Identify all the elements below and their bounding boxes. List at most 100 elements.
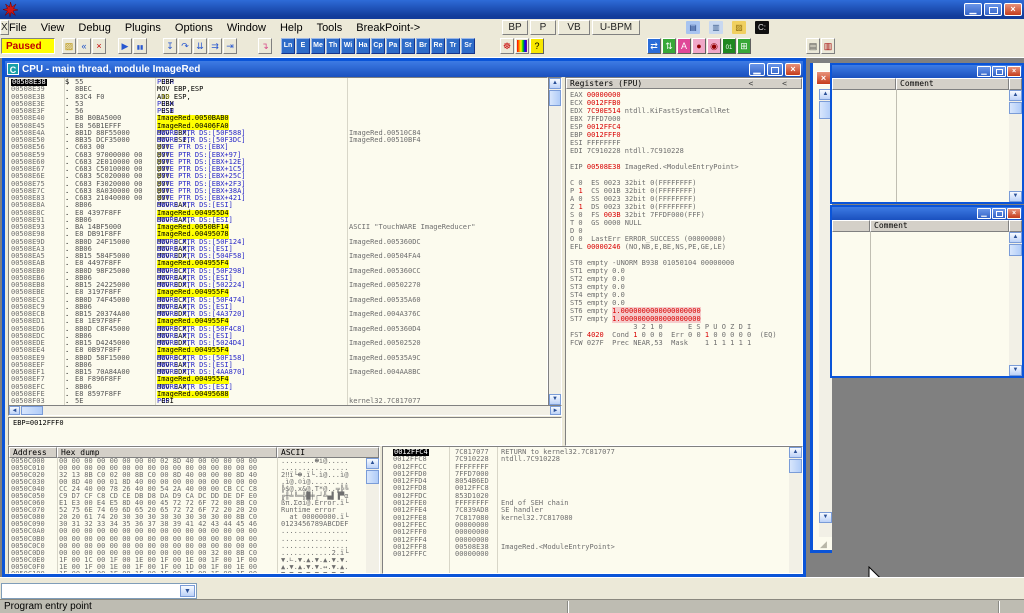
stack-row[interactable]: 0012FFCCFFFFFFFF (383, 464, 789, 471)
app-minimize-button[interactable]: ▁ (964, 3, 982, 16)
menu-tools[interactable]: Tools (310, 21, 350, 35)
first-column-header[interactable] (832, 220, 870, 232)
first-column-header[interactable] (832, 78, 896, 90)
stack-row[interactable]: 0012FFE87C817080kernel32.7C817080 (383, 515, 789, 522)
disasm-row[interactable]: 00508E3B.83C4 F0ADD ESP,-10 (9, 94, 547, 101)
register-line[interactable]: ST6 empty 1.0000000000000000000 (570, 307, 802, 315)
scroll-right-arrow[interactable]: ► (550, 406, 561, 415)
menu-debug[interactable]: Debug (71, 21, 117, 35)
stack-row[interactable]: 0012FFD48054B6ED (383, 478, 789, 485)
register-line[interactable]: EBX 7FFD7000 (570, 115, 802, 123)
app-close-button[interactable]: × (1004, 3, 1022, 16)
register-line[interactable]: EFL 00000246 (NO,NB,E,BE,NS,PE,GE,LE) (570, 243, 802, 251)
cpu-window-title-bar[interactable]: C CPU - main thread, module ImageRed ▁ × (5, 61, 803, 77)
scroll-up-arrow[interactable]: ▲ (366, 458, 379, 469)
app-title-bar[interactable]: ▁ × (0, 0, 1024, 19)
registers-header[interactable]: Registers (FPU) < < (566, 78, 802, 89)
scroll-thumb[interactable] (1009, 102, 1022, 114)
toolbar-window-pa-button[interactable]: Pa (386, 38, 400, 54)
register-line[interactable]: EDX 7C90E514 ntdll.KiFastSystemCallRet (570, 107, 802, 115)
appearance-icon[interactable] (515, 38, 529, 54)
toolbar-window-sr-button[interactable]: Sr (461, 38, 475, 54)
animate-over-icon[interactable]: ⇉ (208, 38, 222, 54)
stack-row[interactable]: 0012FFDC853D1020 (383, 493, 789, 500)
toolbar-window-ha-button[interactable]: Ha (356, 38, 370, 54)
scroll-left-arrow[interactable]: ◄ (9, 406, 20, 415)
register-line[interactable]: ST7 empty 1.0000000000000000000 (570, 315, 802, 323)
menu-plugins[interactable]: Plugins (118, 21, 168, 35)
dump-vscrollbar[interactable]: ▲ (366, 458, 379, 573)
stack-pane[interactable]: 0012FFC47C817077RETURN to kernel32.7C817… (382, 446, 803, 574)
scroll-up-arrow[interactable]: ▲ (1009, 90, 1022, 101)
record-icon[interactable]: ● (692, 38, 706, 54)
assemble-icon[interactable]: A (677, 38, 691, 54)
scroll-down-arrow[interactable]: ▼ (1009, 191, 1022, 202)
register-line[interactable]: C 0 ES 0023 32bit 0(FFFFFFFF) (570, 179, 802, 187)
close-program-icon[interactable]: × (92, 38, 106, 54)
comment-column-header[interactable]: Comment (896, 78, 1009, 90)
toolbar-window-tr-button[interactable]: Tr (446, 38, 460, 54)
minimize-button[interactable]: ▁ (977, 66, 991, 77)
stack-row[interactable]: 0012FFE47C839AD8SE handler (383, 507, 789, 514)
register-line[interactable]: S 0 FS 003B 32bit 7FFDF000(FFF) (570, 211, 802, 219)
toolbar-window-st-button[interactable]: St (401, 38, 415, 54)
background-window-close-button[interactable]: × (816, 71, 831, 85)
register-line[interactable]: Z 1 DS 0023 32bit 0(FFFFFFFF) (570, 203, 802, 211)
register-line[interactable]: ESP 0012FFC4 (570, 123, 802, 131)
step-over-icon[interactable]: ↷ (178, 38, 192, 54)
menu-button-p[interactable]: P (530, 20, 556, 35)
menu-view[interactable]: View (34, 21, 72, 35)
binary-icon[interactable]: 01 (722, 38, 736, 54)
stack-row[interactable]: 0012FFD80012FFC8 (383, 485, 789, 492)
tile-icon[interactable]: ⊞ (737, 38, 751, 54)
resize-grip[interactable]: ◢ (820, 538, 832, 550)
register-line[interactable]: T 0 GS 0000 NULL (570, 219, 802, 227)
register-line[interactable]: ST3 empty 0.0 (570, 283, 802, 291)
step-into-icon[interactable]: ↧ (163, 38, 177, 54)
register-line[interactable]: 3 2 1 0 E S P U O Z D I (570, 323, 802, 331)
dump-row[interactable]: 0050C1001F 00 1F 00 1F 00 1F 00 1F 00 1F… (9, 571, 366, 574)
stack-row[interactable]: 0012FFF000000000 (383, 529, 789, 536)
toolbar-window-e-button[interactable]: E (296, 38, 310, 54)
register-line[interactable]: FCW 027F Prec NEAR,53 Mask 1 1 1 1 1 1 (570, 339, 802, 347)
disassembly-vscrollbar[interactable]: ▲ ▼ (548, 77, 562, 406)
log-icon[interactable]: ▥ (709, 21, 723, 34)
disasm-row[interactable]: 00508E3E.53PUSH EBX (9, 101, 547, 108)
stack-row[interactable]: 0012FFF800508E38ImageRed.<ModuleEntryPoi… (383, 544, 789, 551)
stack-row[interactable]: 0012FFC47C817077RETURN to kernel32.7C817… (383, 449, 789, 456)
register-line[interactable]: ST0 empty -UNORM B938 01050104 00000000 (570, 259, 802, 267)
cpu-close-button[interactable]: × (785, 63, 801, 76)
goto-icon[interactable]: ↴ (258, 38, 272, 54)
toolbar-window-cp-button[interactable]: Cp (371, 38, 385, 54)
disassembly-hscrollbar[interactable]: ◄ ► (8, 405, 562, 416)
register-line[interactable]: ESI FFFFFFFF (570, 139, 802, 147)
cpu-maximize-button[interactable] (767, 63, 783, 76)
menu-help[interactable]: Help (273, 21, 310, 35)
vscrollbar[interactable]: ▲ ▼ (1009, 90, 1022, 202)
comment-column-header[interactable]: Comment (870, 220, 1009, 232)
restart-icon[interactable]: « (77, 38, 91, 54)
disasm-row[interactable]: 00508EFE.E8 8597F8FFCALL ImageRed.004956… (9, 391, 547, 398)
scroll-thumb[interactable] (1009, 244, 1022, 256)
menu-button-u-bpm[interactable]: U-BPM (592, 20, 640, 35)
scroll-up-arrow[interactable]: ▲ (549, 78, 561, 89)
register-line[interactable]: O 0 LastErr ERROR_SUCCESS (00000000) (570, 235, 802, 243)
comment-window-top-body[interactable]: ▲ ▼ (832, 90, 1022, 202)
menu-breakpoint[interactable]: BreakPoint-> (349, 21, 427, 35)
animate-into-icon[interactable]: ⇊ (193, 38, 207, 54)
run-icon[interactable]: ▶ (118, 38, 132, 54)
register-line[interactable]: EDI 7C910228 ntdll.7C910228 (570, 147, 802, 155)
scroll-thumb[interactable] (549, 90, 561, 106)
register-line[interactable]: EIP 00508E38 ImageRed.<ModuleEntryPoint> (570, 163, 802, 171)
minimize-button[interactable]: ▁ (977, 208, 991, 219)
stack-row[interactable]: 0012FFE0FFFFFFFFEnd of SEH chain (383, 500, 789, 507)
cpu-minimize-button[interactable]: ▁ (749, 63, 765, 76)
scroll-thumb[interactable] (21, 406, 43, 415)
scroll-down-arrow[interactable]: ▼ (1009, 365, 1022, 376)
toolbar-window-re-button[interactable]: Re (431, 38, 445, 54)
menu-window[interactable]: Window (220, 21, 273, 35)
register-line[interactable]: ST2 empty 0.0 (570, 275, 802, 283)
disassembly-pane[interactable]: 00508E38$55PUSH EBP00508E39.8BECMOV EBP,… (8, 77, 548, 406)
interchange-icon[interactable]: ⇄ (647, 38, 661, 54)
comment-window-top-title-bar[interactable]: ▁ × (832, 65, 1022, 78)
